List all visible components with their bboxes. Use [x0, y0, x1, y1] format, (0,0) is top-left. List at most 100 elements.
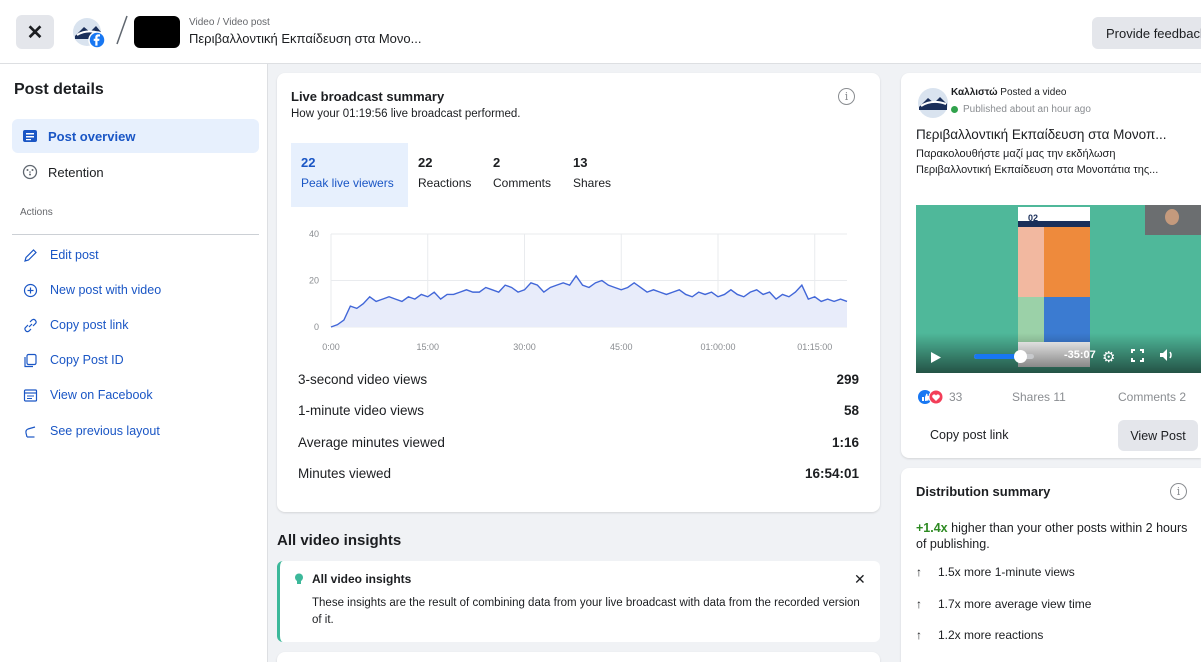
undo-icon: [22, 423, 38, 439]
volume-icon[interactable]: [1159, 348, 1175, 365]
distribution-item-label: 1.2x more reactions: [938, 628, 1044, 642]
tab-shares[interactable]: 13 Shares: [563, 143, 623, 207]
shares-count[interactable]: Shares 11: [1012, 390, 1066, 404]
stat-value: 58: [843, 403, 859, 418]
summary-subtitle: How your 01:19:56 live broadcast perform…: [291, 108, 521, 120]
distribution-summary-text: +1.4x higher than your other posts withi…: [916, 520, 1191, 552]
arrow-up-icon: ↑: [916, 597, 922, 611]
reaction-count: 33: [949, 390, 963, 404]
fullscreen-icon[interactable]: [1131, 349, 1144, 365]
speaker-face: [1165, 209, 1179, 225]
progress-handle[interactable]: [1014, 350, 1027, 363]
author-name[interactable]: Καλλιστώ: [951, 87, 998, 98]
post-title: Περιβαλλοντική Εκπαίδευση στα Μονοπ...: [916, 127, 1167, 142]
plus-circle-icon: [22, 282, 38, 298]
stat-row-3-second-views: 3-second video views 299: [298, 372, 859, 387]
action-label: View on Facebook: [50, 388, 153, 402]
author-action: Posted a video: [1000, 87, 1067, 98]
edit-post-button[interactable]: Edit post: [12, 240, 259, 270]
post-overview-icon: [22, 128, 38, 144]
series-area: [331, 275, 847, 327]
x-tick-label: 0:00: [322, 342, 340, 352]
video-time-remaining: -35:07: [1064, 349, 1096, 361]
peak-viewers-chart: 0 20 40 0:00 15:00 30:00 45:00 01:00:00 01:15:00: [309, 229, 848, 352]
published-status: Published about an hour ago: [951, 104, 1091, 115]
play-icon[interactable]: [930, 351, 942, 367]
progress-track[interactable]: [974, 350, 1034, 363]
window-icon: [22, 387, 38, 403]
x-tick-label: 30:00: [513, 342, 536, 352]
sidebar-divider: [12, 234, 259, 235]
sidebar-title: Post details: [14, 81, 104, 98]
tab-peak-live-viewers[interactable]: 22 Peak live viewers: [291, 143, 408, 207]
author-avatar[interactable]: [916, 86, 950, 120]
x-tick-label: 01:00:00: [700, 342, 735, 352]
post-author-line: Καλλιστώ Posted a video: [951, 87, 1066, 98]
sidebar: Post details Post overview Retention Act…: [0, 64, 268, 662]
distribution-summary-rest: higher than your other posts within 2 ho…: [916, 521, 1188, 551]
tab-value: 2: [493, 155, 501, 170]
copy-post-link-text-button[interactable]: Copy post link: [930, 428, 1009, 442]
arrow-up-icon: ↑: [916, 628, 922, 642]
tab-comments[interactable]: 2 Comments: [483, 143, 561, 207]
copy-post-id-button[interactable]: Copy Post ID: [12, 345, 259, 375]
next-card: [277, 652, 880, 662]
link-icon: [22, 317, 38, 333]
stat-row-minutes-viewed: Minutes viewed 16:54:01: [298, 466, 859, 481]
stat-row-average-minutes: Average minutes viewed 1:16: [298, 435, 859, 450]
stat-value: 299: [836, 372, 859, 387]
action-label: See previous layout: [50, 424, 160, 438]
stat-label: Average minutes viewed: [298, 435, 445, 450]
sidebar-item-post-overview[interactable]: Post overview: [12, 119, 259, 153]
stat-label: 1-minute video views: [298, 403, 425, 418]
post-description-line-2: Περιβαλλοντική Εκπαίδευση στα Μονοπάτια …: [916, 164, 1159, 176]
provide-feedback-button[interactable]: Provide feedback: [1092, 17, 1201, 49]
info-icon[interactable]: i: [838, 88, 855, 105]
distribution-item-label: 1.5x more 1-minute views: [938, 565, 1075, 579]
notice-body: These insights are the result of combini…: [312, 597, 860, 626]
y-tick-label: 0: [314, 322, 319, 332]
poster-block-orange: [1044, 227, 1090, 297]
breadcrumb: Video / Video post: [189, 17, 270, 28]
summary-title: Live broadcast summary: [291, 89, 445, 104]
all-video-insights-heading: All video insights: [277, 532, 402, 549]
page-avatar[interactable]: [72, 15, 106, 49]
stat-row-1-minute-views: 1-minute video views 58: [298, 403, 859, 418]
slide-badge: 02: [1028, 213, 1039, 223]
video-thumbnail: [134, 16, 180, 48]
copy-post-link-button[interactable]: Copy post link: [12, 310, 259, 340]
poster-block-pink: [1018, 227, 1044, 297]
tab-reactions[interactable]: 22 Reactions: [408, 143, 482, 207]
y-tick-label: 40: [309, 229, 319, 239]
tab-value: 13: [573, 155, 588, 170]
distribution-item: ↑ 1.2x more reactions: [916, 628, 1043, 642]
tab-label: Peak live viewers: [301, 176, 394, 190]
view-on-facebook-button[interactable]: View on Facebook: [12, 380, 259, 410]
comments-count[interactable]: Comments 2: [1118, 390, 1186, 404]
close-button[interactable]: ✕: [16, 15, 54, 49]
action-label: Copy post link: [50, 318, 129, 332]
distribution-item-label: 1.7x more average view time: [938, 597, 1092, 611]
close-notice-button[interactable]: ✕: [854, 571, 866, 588]
new-post-with-video-button[interactable]: New post with video: [12, 275, 259, 305]
retention-icon: [22, 164, 38, 180]
see-previous-layout-button[interactable]: See previous layout: [12, 416, 259, 446]
gear-icon[interactable]: ⚙: [1102, 348, 1115, 366]
sidebar-item-retention[interactable]: Retention: [12, 155, 259, 189]
reaction-summary[interactable]: 33: [917, 389, 962, 405]
action-label: Copy Post ID: [50, 353, 124, 367]
tab-value: 22: [301, 155, 316, 170]
stat-value: 1:16: [831, 435, 859, 450]
page-title: Περιβαλλοντική Εκπαίδευση στα Μονο...: [189, 31, 422, 46]
stat-label: Minutes viewed: [298, 466, 392, 481]
tab-label: Shares: [573, 176, 612, 190]
video-player[interactable]: 02 -35:07 ⚙: [916, 205, 1201, 373]
actions-label: Actions: [20, 207, 53, 218]
tab-label: Comments: [493, 176, 552, 190]
distribution-info-icon[interactable]: i: [1170, 483, 1187, 500]
view-post-button[interactable]: View Post: [1118, 420, 1198, 451]
stat-value: 16:54:01: [804, 466, 859, 481]
tab-value: 22: [418, 155, 433, 170]
published-text: Published about an hour ago: [963, 104, 1091, 115]
post-description-line-1: Παρακολουθήστε μαζί μας την εκδήλωση: [916, 148, 1116, 160]
